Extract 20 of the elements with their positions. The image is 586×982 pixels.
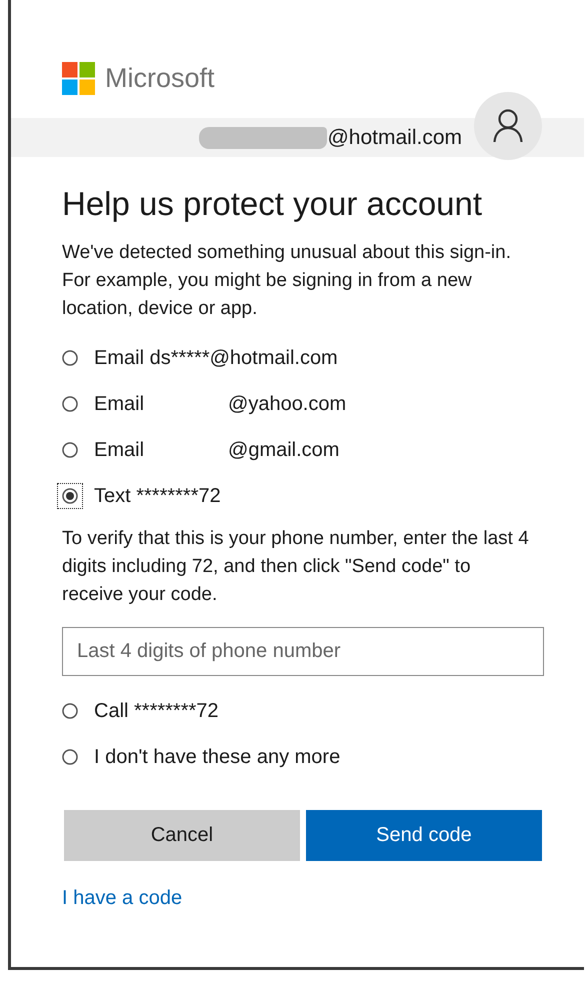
option-label: Email — [94, 392, 144, 416]
page-title: Help us protect your account — [62, 184, 484, 224]
option-label: Email ds*****@hotmail.com — [94, 346, 338, 370]
option-label: Call ********72 — [94, 700, 219, 722]
cancel-button[interactable]: Cancel — [64, 810, 300, 861]
option-label: I don't have these any more — [94, 746, 340, 768]
radio-button[interactable] — [57, 483, 83, 509]
instructions-text: To verify that this is your phone number, enter the last 4 digits including 72, and then click "Send code" to receive your code. — [62, 527, 530, 607]
account-email: @hotmail.com — [327, 126, 462, 150]
phone-digits-field[interactable]: Last 4 digits of phone number — [62, 627, 544, 676]
intro-text: We've detected something unusual about this sign-in. For example, you might be signing in from a new location, device or app. — [62, 241, 512, 321]
have-code-link[interactable]: I have a code — [62, 887, 182, 910]
option-label: Text ********72 — [94, 484, 221, 508]
send-button[interactable]: Send code — [306, 810, 542, 861]
option-label: Email — [94, 438, 144, 462]
microsoft-logo-icon — [62, 62, 95, 94]
option-address: @yahoo.com — [228, 392, 346, 416]
person-icon — [493, 109, 523, 143]
option-address: @gmail.com — [228, 438, 340, 462]
brand-name: Microsoft — [105, 62, 215, 94]
